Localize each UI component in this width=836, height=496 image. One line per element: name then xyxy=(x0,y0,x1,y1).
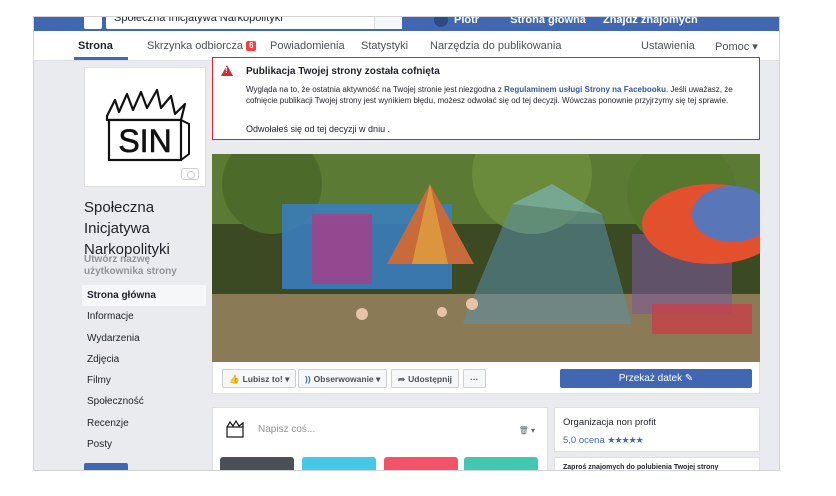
post-type-tile[interactable] xyxy=(464,457,538,470)
browser-frame: Społeczna Inicjatywa Narkopolityki Piotr… xyxy=(33,16,780,471)
create-username-link[interactable]: Utwórz nazwę użytkownika strony xyxy=(84,254,194,278)
sidebar-item-home[interactable]: Strona główna xyxy=(82,285,206,307)
sidebar-item-videos[interactable]: Filmy xyxy=(82,370,206,391)
active-tab-indicator xyxy=(74,57,128,60)
trash-icon: 🗑 xyxy=(518,426,529,435)
share-button[interactable]: ➦ Udostępnij xyxy=(391,369,460,388)
tab-help[interactable]: Pomoc ▾ xyxy=(715,40,758,53)
sin-logo: SIN xyxy=(105,88,190,162)
post-input[interactable]: Napisz coś... xyxy=(258,424,315,435)
rss-icon: )) xyxy=(305,374,311,384)
profile-link[interactable]: Piotr xyxy=(434,17,493,27)
warning-icon xyxy=(221,65,233,76)
tab-settings[interactable]: Ustawienia xyxy=(641,40,695,52)
page-sidebar-nav: Strona główna Informacje Wydarzenia Zdję… xyxy=(82,285,206,455)
camera-icon[interactable] xyxy=(181,168,199,180)
post-type-tile[interactable] xyxy=(302,457,376,470)
page-info-box: Organizacja non profit 5,0 ocena ★★★★★ xyxy=(554,407,760,452)
sidebar-item-about[interactable]: Informacje xyxy=(82,306,206,327)
tab-page[interactable]: Strona xyxy=(78,40,113,52)
cover-photo[interactable] xyxy=(212,154,760,362)
tab-publishing-tools[interactable]: Narzędzia do publikowania xyxy=(430,40,561,52)
tab-inbox-label: Skrzynka odbiorcza xyxy=(147,40,243,52)
tab-insights[interactable]: Statystyki xyxy=(361,40,408,52)
post-type-tile[interactable] xyxy=(220,457,294,470)
invite-friends-title: Zaproś znajomych do polubienia Twojej st… xyxy=(563,464,719,471)
sidebar-item-photos[interactable]: Zdjęcia xyxy=(82,349,206,370)
page-profile-picture[interactable]: SIN xyxy=(84,67,206,187)
post-type-tile[interactable] xyxy=(384,457,458,470)
follow-label: Obserwowanie ▾ xyxy=(313,374,381,384)
sidebar-item-posts[interactable]: Posty xyxy=(82,434,206,455)
thumbs-up-icon: 👍 xyxy=(229,374,240,384)
share-label: Udostępnij xyxy=(408,374,453,384)
facebook-logo-icon[interactable] xyxy=(84,17,102,29)
alert-body-text: Wygląda na to, że ostatnia aktywność na … xyxy=(246,85,505,94)
dropdown-arrow: ▾ xyxy=(530,426,535,435)
like-button[interactable]: 👍 Lubisz to! ▾ xyxy=(222,369,297,388)
sidebar-item-community[interactable]: Społeczność xyxy=(82,391,206,412)
donate-button[interactable]: Przekaż datek ✎ xyxy=(560,369,752,388)
rating-stars-icon: ★★★★★ xyxy=(607,435,643,445)
sidebar-item-events[interactable]: Wydarzenia xyxy=(82,328,206,349)
page-rating[interactable]: 5,0 ocena ★★★★★ xyxy=(563,435,644,446)
top-links: Piotr Strona główna Znajdź znajomych xyxy=(434,17,712,27)
search-input[interactable]: Społeczna Inicjatywa Narkopolityki xyxy=(106,17,396,29)
more-options-button[interactable]: ··· xyxy=(463,369,486,388)
like-label: Lubisz to! ▾ xyxy=(242,374,290,384)
terms-link[interactable]: Regulaminem usługi Strony na Facebooku xyxy=(504,85,666,94)
unpublished-alert: Publikacja Twojej strony została cofnięt… xyxy=(212,57,760,140)
logo-text: SIN xyxy=(118,123,171,159)
home-link[interactable]: Strona główna xyxy=(510,17,586,26)
share-icon: ➦ xyxy=(398,374,406,384)
invite-friends-box: Zaproś znajomych do polubienia Twojej st… xyxy=(554,457,760,471)
promote-button[interactable] xyxy=(84,463,128,470)
rating-label: 5,0 ocena xyxy=(563,435,605,446)
sidebar-item-reviews[interactable]: Recenzje xyxy=(82,413,206,434)
facebook-top-bar: Społeczna Inicjatywa Narkopolityki Piotr… xyxy=(34,17,779,31)
cover-photo-image xyxy=(212,154,760,362)
search-button[interactable] xyxy=(374,17,402,29)
page-avatar-icon xyxy=(226,420,244,438)
page-action-bar: 👍 Lubisz to! ▾ )) Obserwowanie ▾ ➦ Udostępn… xyxy=(212,362,760,394)
alert-title: Publikacja Twojej strony została cofnięt… xyxy=(246,66,440,77)
appeal-status: Odwołałeś się od tej decyzji w dniu . xyxy=(246,124,391,134)
tab-notifications[interactable]: Powiadomienia xyxy=(270,40,345,52)
find-friends-link[interactable]: Znajdź znajomych xyxy=(603,17,698,26)
audience-dropdown[interactable]: 🗑 ▾ xyxy=(519,426,535,435)
page-category[interactable]: Organizacja non profit xyxy=(563,417,656,428)
follow-button[interactable]: )) Obserwowanie ▾ xyxy=(298,369,388,388)
tab-inbox[interactable]: Skrzynka odbiorcza 6 xyxy=(147,40,257,52)
inbox-count-badge: 6 xyxy=(246,41,257,51)
avatar xyxy=(434,17,448,27)
page-title[interactable]: Społeczna Inicjatywa Narkopolityki xyxy=(84,197,214,260)
alert-body: Wygląda na to, że ostatnia aktywność na … xyxy=(246,84,754,106)
